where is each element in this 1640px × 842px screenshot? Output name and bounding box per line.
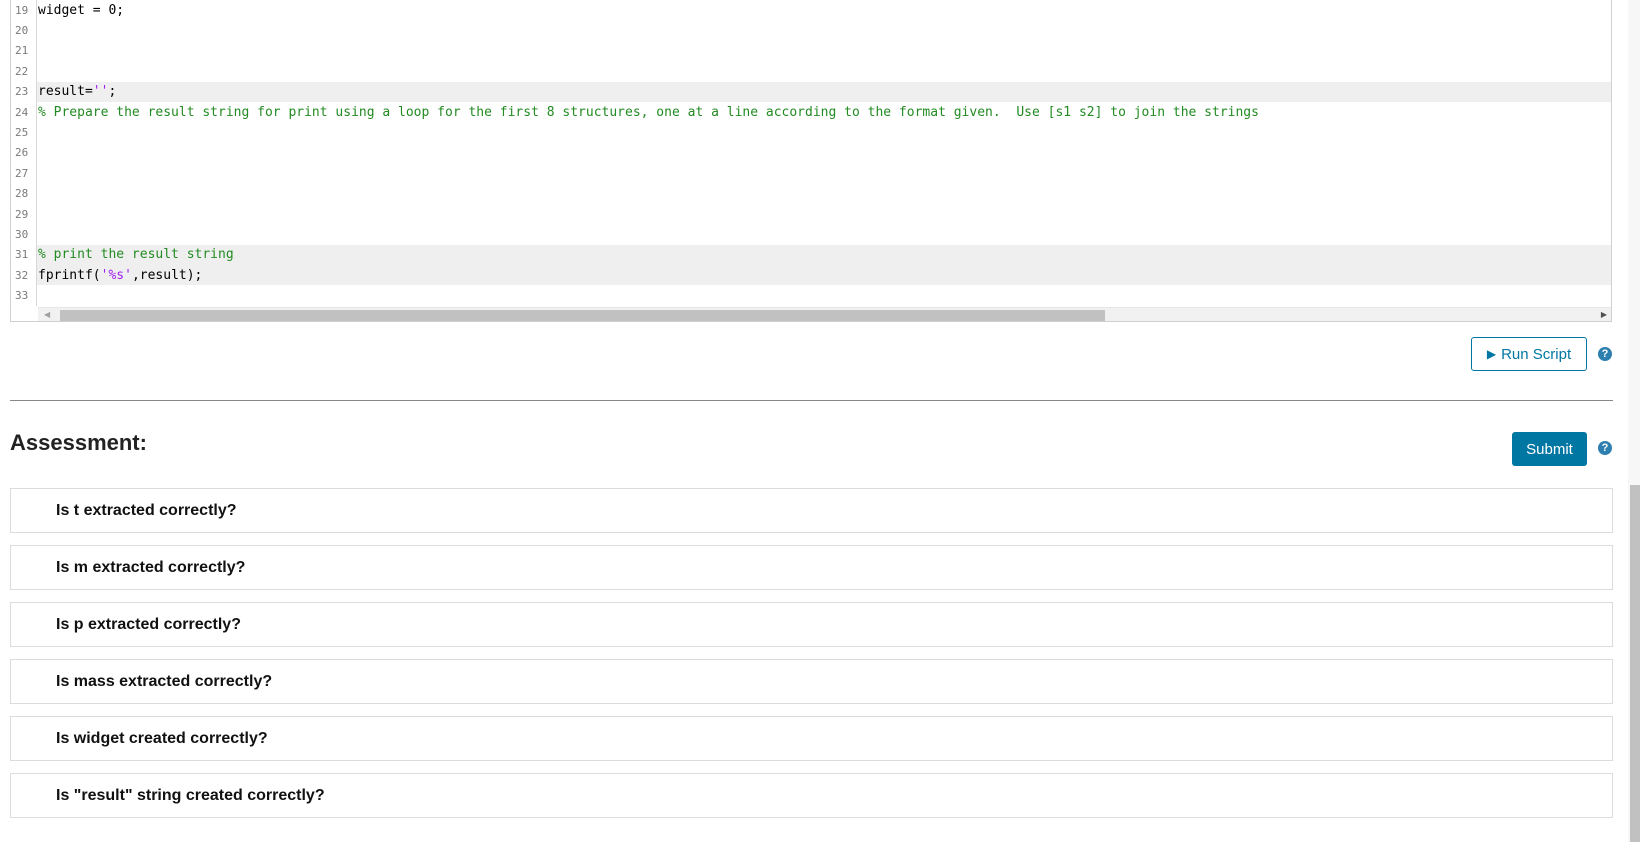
code-text: result=''; xyxy=(37,84,116,99)
assessment-question[interactable]: Is m extracted correctly? xyxy=(10,545,1613,590)
code-text: widget = 0; xyxy=(37,3,124,18)
code-text: % Prepare the result string for print us… xyxy=(37,105,1259,120)
code-token-comment: % Prepare the result string for print us… xyxy=(38,104,1259,120)
vertical-scrollbar-thumb[interactable] xyxy=(1630,485,1640,842)
code-line[interactable]: 22 xyxy=(11,61,1611,82)
help-circle-icon[interactable]: ? xyxy=(1598,441,1612,455)
code-line[interactable]: 24% Prepare the result string for print … xyxy=(11,101,1611,123)
assessment-question[interactable]: Is widget created correctly? xyxy=(10,716,1613,761)
code-line[interactable]: 25 xyxy=(11,122,1611,143)
page: 19 widget = 0; 20 21 22 23 result=''; 24% Prepa… xyxy=(0,0,1640,842)
section-divider xyxy=(10,400,1613,401)
code-line[interactable]: 20 xyxy=(11,20,1611,41)
code-lines: 19 widget = 0; 20 21 22 23 result=''; 24% Prepa… xyxy=(11,0,1611,306)
assessment-title: Assessment: xyxy=(10,430,147,455)
run-script-label: Run Script xyxy=(1501,345,1572,363)
line-number: 22 xyxy=(11,61,37,82)
line-number: 32 xyxy=(11,265,37,286)
vertical-scrollbar[interactable] xyxy=(1628,0,1640,842)
line-number: 23 xyxy=(11,81,37,102)
code-token-plain: fprintf( xyxy=(38,267,101,283)
line-number: 29 xyxy=(11,203,37,225)
line-number: 33 xyxy=(11,285,37,306)
line-number: 21 xyxy=(11,40,37,62)
code-token-string: '%s' xyxy=(100,267,132,283)
code-line[interactable]: 28 xyxy=(11,183,1611,204)
code-editor[interactable]: 19 widget = 0; 20 21 22 23 result=''; 24% Prepa… xyxy=(10,0,1612,322)
line-number: 31 xyxy=(11,244,37,266)
code-line[interactable]: 21 xyxy=(11,40,1611,62)
code-line[interactable]: 30 xyxy=(11,224,1611,245)
code-text: % print the result string xyxy=(37,247,234,262)
play-icon: ▶ xyxy=(1486,347,1497,361)
code-line[interactable]: 33 xyxy=(11,285,1611,306)
code-token-plain: ,result); xyxy=(131,267,203,283)
code-token-plain: widget = 0; xyxy=(38,2,125,18)
line-number: 25 xyxy=(11,122,37,143)
code-line[interactable]: 27 xyxy=(11,163,1611,184)
code-token-comment: % print the result string xyxy=(38,247,234,263)
code-line[interactable]: 32 fprintf('%s',result); xyxy=(11,265,1611,286)
assessment-question[interactable]: Is t extracted correctly? xyxy=(10,488,1613,533)
line-number: 24 xyxy=(11,101,37,123)
code-line[interactable]: 23 result=''; xyxy=(11,81,1611,102)
code-token-plain: ; xyxy=(108,84,117,100)
run-script-button[interactable]: ▶ Run Script xyxy=(1471,337,1587,371)
code-line[interactable]: 31% print the result string xyxy=(11,244,1611,266)
code-line[interactable]: 29 xyxy=(11,203,1611,225)
assessment-question[interactable]: Is "result" string created correctly? xyxy=(10,773,1613,818)
horizontal-scrollbar-thumb[interactable] xyxy=(60,310,1105,321)
assessment-question[interactable]: Is mass extracted correctly? xyxy=(10,659,1613,704)
scroll-left-icon[interactable]: ◀ xyxy=(44,309,50,321)
assessment-question[interactable]: Is p extracted correctly? xyxy=(10,602,1613,647)
line-number: 20 xyxy=(11,20,37,41)
help-circle-icon[interactable]: ? xyxy=(1598,347,1612,361)
line-number: 30 xyxy=(11,224,37,245)
submit-button[interactable]: Submit xyxy=(1512,432,1587,466)
line-number: 28 xyxy=(11,183,37,204)
line-number: 27 xyxy=(11,163,37,184)
scroll-right-icon[interactable]: ▶ xyxy=(1601,309,1607,321)
code-text: fprintf('%s',result); xyxy=(37,268,202,283)
line-number: 26 xyxy=(11,142,37,164)
code-token-string: '' xyxy=(92,84,109,100)
code-token-plain: result= xyxy=(38,84,93,100)
code-line[interactable]: 26 xyxy=(11,142,1611,164)
line-number: 19 xyxy=(11,0,37,21)
horizontal-scrollbar[interactable]: ◀ ▶ xyxy=(38,307,1611,321)
code-line[interactable]: 19 widget = 0; xyxy=(11,0,1611,21)
